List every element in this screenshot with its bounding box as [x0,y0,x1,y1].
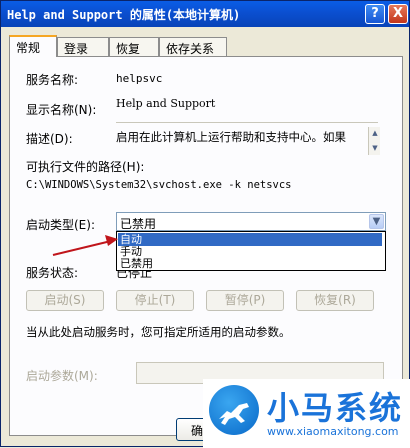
exe-path-label: 可执行文件的路径(H): [26,160,145,174]
start-params-hint: 当从此处启动服务时，您可指定所适用的启动参数。 [26,325,291,339]
description-label: 描述(D): [26,132,73,146]
scroll-down-icon[interactable]: ▼ [370,144,380,152]
service-status-label: 服务状态: [26,266,79,280]
service-name-label: 服务名称: [26,73,79,87]
exe-path-value: C:\WINDOWS\System32\svchost.exe -k netsv… [26,179,292,191]
watermark-url: www.xiaomaxitong.com [267,425,399,438]
description-scrollbar[interactable]: ▲ ▼ [368,127,380,155]
scroll-up-icon[interactable]: ▲ [370,129,380,137]
display-name-value: Help and Support [116,97,216,110]
display-name-field[interactable]: Help and Support [116,97,378,123]
pause-button[interactable]: 暂停(P) [206,290,284,311]
window-title: Help and Support 的属性(本地计算机) [7,8,241,22]
watermark-brand-text: 小马系统 [267,389,404,427]
startup-type-value: 已禁用 [120,217,157,231]
horse-icon [219,403,249,425]
exe-path-field[interactable]: C:\WINDOWS\System32\svchost.exe -k netsv… [26,176,384,198]
properties-dialog: Help and Support 的属性(本地计算机) ? X 常规 登录 恢复… [0,0,410,448]
tab-general[interactable]: 常规 [9,35,57,57]
startup-type-label: 启动类型(E): [26,218,95,232]
close-button[interactable]: X [388,4,408,24]
chevron-down-icon[interactable]: ▼ [369,214,384,229]
stop-button[interactable]: 停止(T) [116,290,194,311]
startup-option-disabled[interactable]: 已禁用 [118,257,382,270]
startup-type-select[interactable]: 已禁用 ▼ [116,212,386,231]
description-value: 启用在此计算机上运行帮助和支持中心。如果 [116,130,346,144]
service-name-value: helpsvc [116,72,163,85]
title-bar[interactable]: Help and Support 的属性(本地计算机) ? X [1,1,409,27]
start-params-label: 启动参数(M): [26,369,98,383]
tab-dependencies[interactable]: 依存关系 [159,37,227,56]
tab-recovery[interactable]: 恢复 [109,37,159,56]
startup-type-dropdown: 自动 手动 已禁用 [116,231,386,271]
horse-logo-icon [209,385,259,435]
help-button[interactable]: ? [365,4,385,24]
description-field[interactable]: 启用在此计算机上运行帮助和支持中心。如果 [116,127,378,155]
resume-button[interactable]: 恢复(R) [296,290,374,311]
watermark-logo: 小马系统 www.xiaomaxitong.com [203,379,410,448]
tab-logon[interactable]: 登录 [57,37,109,56]
display-name-label: 显示名称(N): [26,103,97,117]
start-button[interactable]: 启动(S) [26,290,104,311]
